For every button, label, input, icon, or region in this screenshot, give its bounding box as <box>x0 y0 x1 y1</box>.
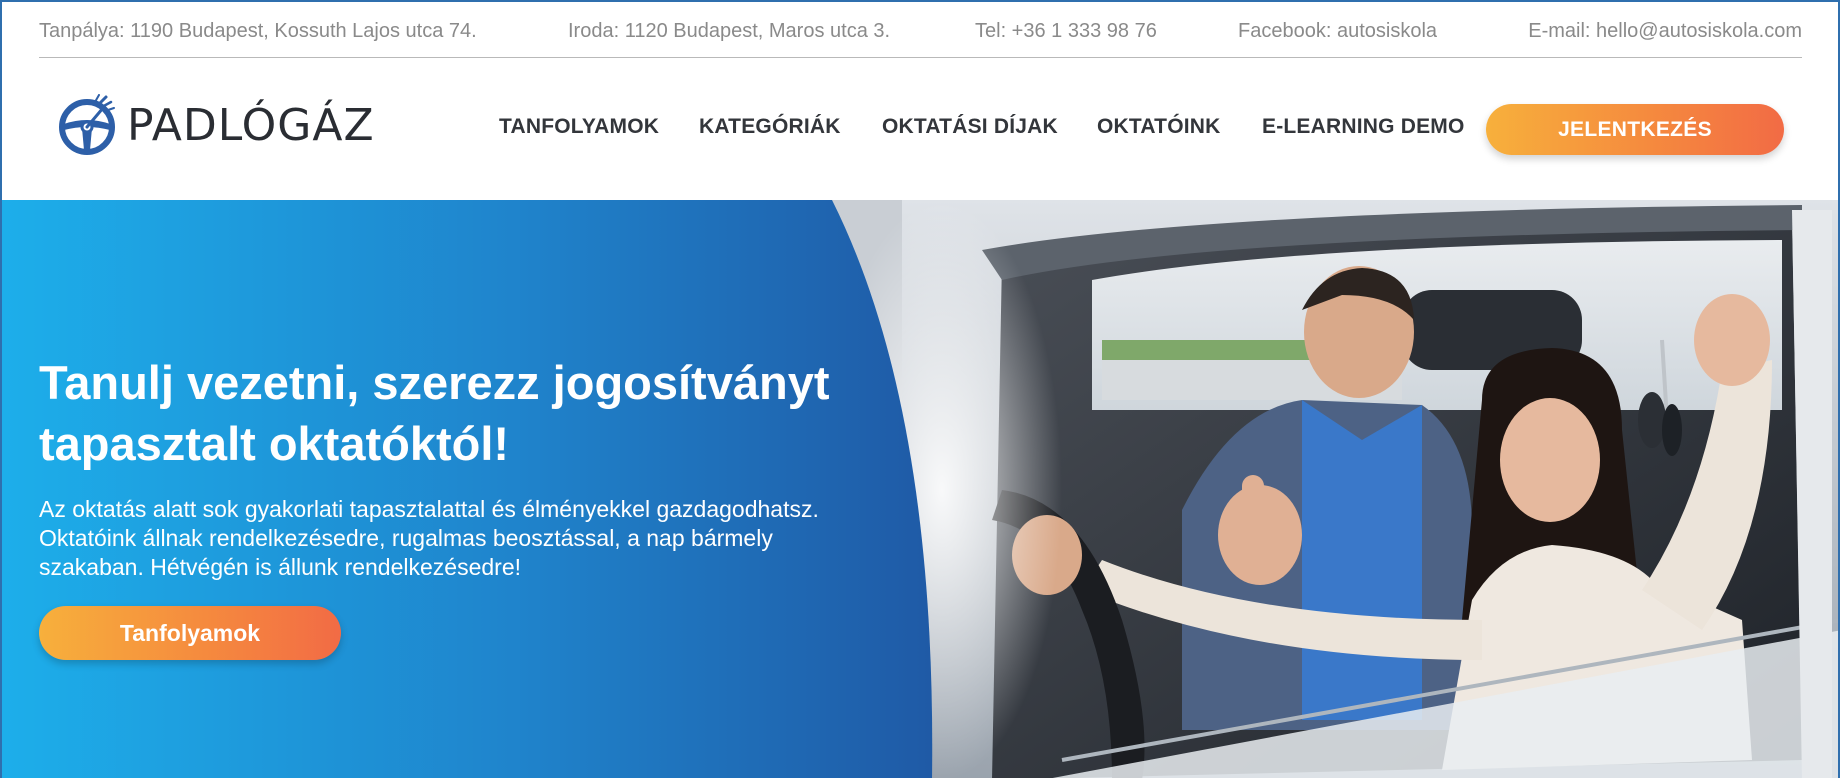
signup-button[interactable]: JELENTKEZÉS <box>1486 104 1784 155</box>
nav-item-tanfolyamok[interactable]: TANFOLYAMOK <box>499 115 659 139</box>
hero-title-line-1: Tanulj vezetni, szerezz jogosítványt <box>39 356 830 409</box>
hero-description-line-1: Az oktatás alatt sok gyakorlati tapaszta… <box>39 496 819 522</box>
nav-item-oktatoink[interactable]: OKTATÓINK <box>1097 115 1221 139</box>
address-office: Iroda: 1120 Budapest, Maros utca 3. <box>568 20 891 42</box>
address-practice-ground: Tanpálya: 1190 Budapest, Kossuth Lajos u… <box>39 20 477 42</box>
courses-button[interactable]: Tanfolyamok <box>39 606 341 660</box>
page-frame: Tanpálya: 1190 Budapest, Kossuth Lajos u… <box>0 0 1840 778</box>
hero-title: Tanulj vezetni, szerezz jogosítványt tap… <box>39 352 939 474</box>
nav-item-e-learning-demo[interactable]: E-LEARNING DEMO <box>1262 115 1465 139</box>
hero-description-line-3: szakaban. Hétvégén is állunk rendelkezés… <box>39 554 522 580</box>
hero-description: Az oktatás alatt sok gyakorlati tapaszta… <box>39 495 939 582</box>
hero-section: Tanulj vezetni, szerezz jogosítványt tap… <box>2 200 1838 778</box>
nav-item-oktatasi-dijak[interactable]: OKTATÁSI DÍJAK <box>882 115 1058 139</box>
hero-title-line-2: tapasztalt oktatóktól! <box>39 417 510 470</box>
contact-bar: Tanpálya: 1190 Budapest, Kossuth Lajos u… <box>39 2 1802 58</box>
nav-item-kategoriak[interactable]: KATEGÓRIÁK <box>699 115 841 139</box>
hero-description-line-2: Oktatóink állnak rendelkezésedre, rugalm… <box>39 525 773 551</box>
email-link[interactable]: E-mail: hello@autosiskola.com <box>1528 20 1802 43</box>
hero-blue-panel <box>2 200 933 778</box>
phone-link[interactable]: Tel: +36 1 333 98 76 <box>975 20 1157 43</box>
site-header: PADLÓGÁZ TANFOLYAMOK KATEGÓRIÁK OKTATÁSI… <box>2 59 1838 200</box>
facebook-link[interactable]: Facebook: autosiskola <box>1238 20 1437 43</box>
